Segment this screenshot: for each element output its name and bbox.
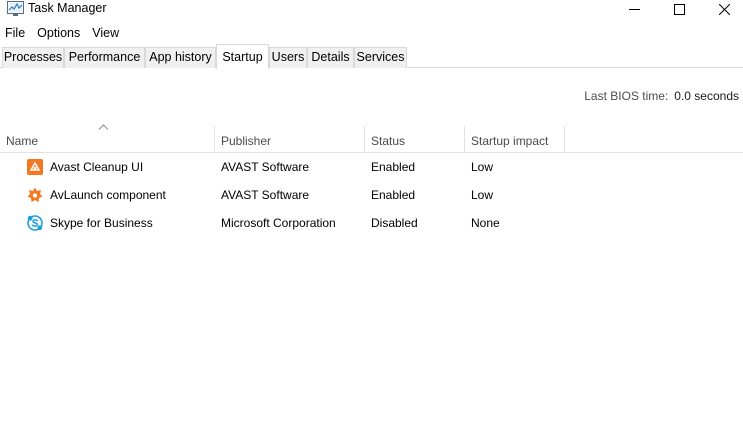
tab-services[interactable]: Services: [354, 47, 407, 68]
menu-file[interactable]: File: [0, 23, 31, 43]
title-bar[interactable]: Task Manager: [0, 0, 743, 18]
maximize-icon: [673, 3, 685, 15]
menu-bar: File Options View: [0, 23, 125, 43]
table-row[interactable]: AvLaunch component AVAST Software Enable…: [0, 181, 743, 209]
tab-details[interactable]: Details: [307, 47, 354, 68]
row-status: Disabled: [371, 216, 418, 230]
tab-startup[interactable]: Startup: [216, 44, 269, 69]
bios-time-label: Last BIOS time:: [584, 89, 669, 103]
menu-options[interactable]: Options: [31, 23, 86, 43]
row-status: Enabled: [371, 160, 416, 174]
row-status: Enabled: [371, 188, 416, 202]
tab-strip: Processes Performance App history Startu…: [0, 44, 743, 69]
bios-time: Last BIOS time: 0.0 seconds: [584, 89, 739, 103]
menu-view[interactable]: View: [86, 23, 125, 43]
row-name: AvLaunch component: [50, 188, 166, 202]
row-publisher: AVAST Software: [221, 188, 310, 202]
avast-icon: [27, 187, 43, 202]
column-header-name[interactable]: Name: [0, 126, 215, 152]
row-name: Avast Cleanup UI: [50, 160, 144, 174]
minimize-button[interactable]: [611, 0, 657, 18]
close-button[interactable]: [701, 0, 743, 18]
tab-app-history[interactable]: App history: [145, 47, 216, 68]
row-name: Skype for Business: [50, 216, 153, 230]
row-publisher: Microsoft Corporation: [221, 216, 336, 230]
column-header-startup-impact[interactable]: Startup impact: [465, 126, 565, 152]
avast-cleanup-icon: [27, 159, 43, 175]
task-manager-icon: [7, 1, 24, 16]
table-row[interactable]: Skype for Business Microsoft Corporation…: [0, 209, 743, 237]
maximize-button[interactable]: [656, 0, 702, 18]
row-impact: None: [471, 216, 500, 230]
table-row[interactable]: Avast Cleanup UI AVAST Software Enabled …: [0, 153, 743, 181]
skype-icon: [27, 215, 43, 231]
row-impact: Low: [471, 188, 494, 202]
row-publisher: AVAST Software: [221, 160, 310, 174]
tab-performance[interactable]: Performance: [64, 47, 145, 68]
tab-users[interactable]: Users: [269, 47, 307, 68]
close-icon: [718, 3, 730, 15]
row-impact: Low: [471, 160, 494, 174]
tab-processes[interactable]: Processes: [2, 47, 64, 68]
bios-time-value: 0.0 seconds: [674, 89, 739, 103]
minimize-icon: [628, 8, 640, 10]
column-header-status[interactable]: Status: [365, 126, 465, 152]
column-header-row: Name Publisher Status Startup impact: [0, 126, 743, 153]
column-header-publisher[interactable]: Publisher: [215, 126, 365, 152]
window-title: Task Manager: [28, 1, 107, 15]
